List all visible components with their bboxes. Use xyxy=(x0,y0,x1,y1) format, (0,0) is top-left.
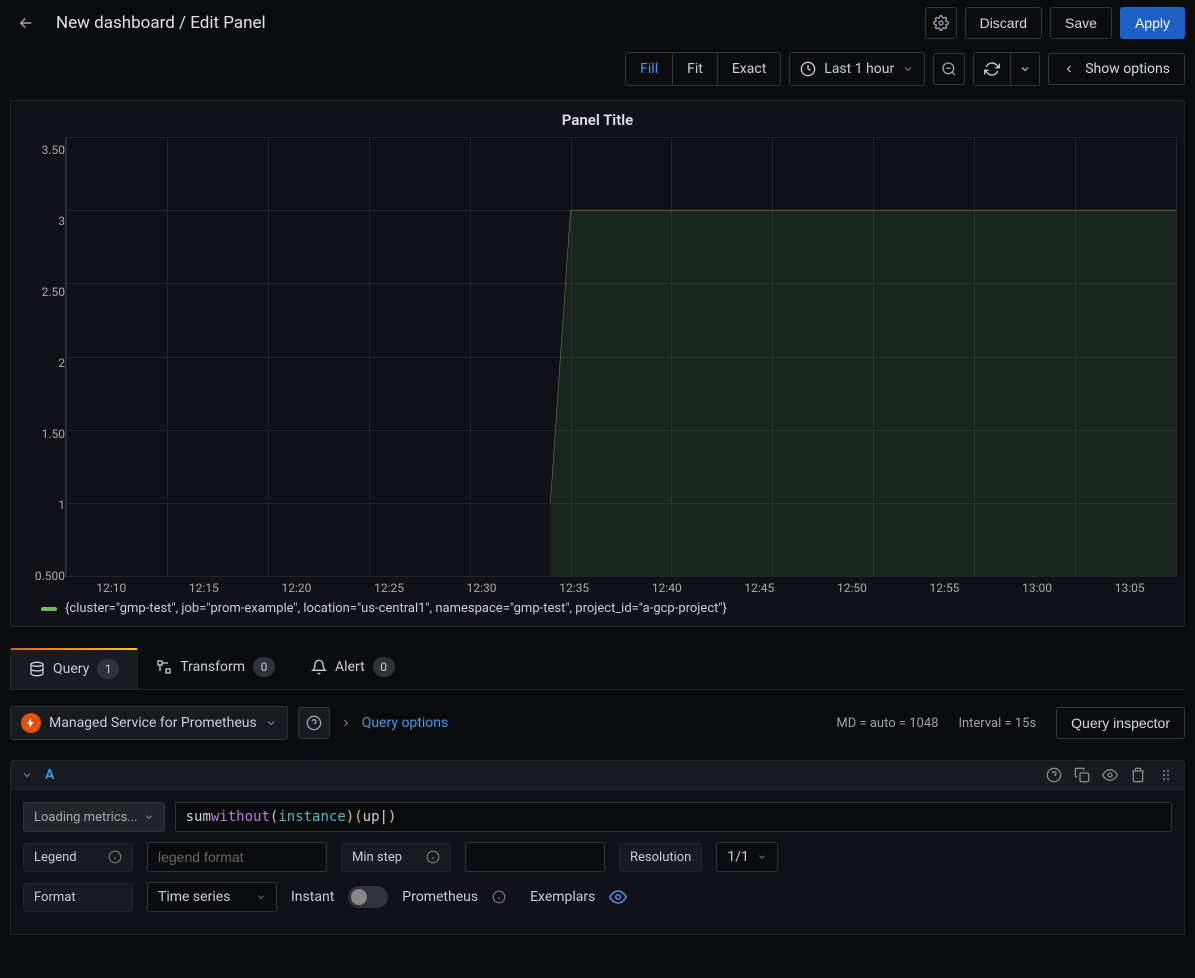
exemplars-label: Exemplars xyxy=(530,889,595,905)
copy-icon[interactable] xyxy=(1074,767,1090,783)
resolution-label: Resolution xyxy=(619,843,702,872)
format-label: Format xyxy=(23,883,133,912)
chevron-down-icon xyxy=(21,769,33,781)
chart: 3.5032.5021.5010.500 xyxy=(19,137,1176,577)
query-row-header[interactable]: A xyxy=(10,760,1185,790)
apply-button[interactable]: Apply xyxy=(1120,7,1185,39)
panel-preview: Panel Title 3.5032.5021.5010.500 12:1012… xyxy=(10,100,1185,627)
info-icon xyxy=(492,890,506,904)
view-exact[interactable]: Exact xyxy=(718,53,780,85)
refresh-interval-dropdown[interactable] xyxy=(1011,53,1039,85)
eye-icon xyxy=(609,888,627,906)
chevron-down-icon xyxy=(757,852,767,862)
database-icon xyxy=(29,661,45,677)
show-options-button[interactable]: Show options xyxy=(1048,53,1185,85)
time-range-label: Last 1 hour xyxy=(824,61,894,77)
tab-query[interactable]: Query 1 xyxy=(10,648,138,689)
min-step-input[interactable] xyxy=(465,842,605,872)
datasource-name: Managed Service for Prometheus xyxy=(49,715,257,731)
query-inspector-button[interactable]: Query inspector xyxy=(1056,707,1185,739)
panel-title: Panel Title xyxy=(19,107,1176,137)
clock-icon xyxy=(800,61,816,77)
bottom-tabs: Query 1 Transform 0 Alert 0 xyxy=(10,647,1185,690)
prometheus-logo-icon xyxy=(21,713,41,733)
instant-toggle[interactable] xyxy=(348,886,388,908)
instant-label: Instant xyxy=(291,889,334,905)
datasource-picker[interactable]: Managed Service for Prometheus xyxy=(10,706,288,740)
chevron-down-icon xyxy=(902,63,914,75)
legend-label: Legend xyxy=(23,843,133,872)
chart-legend[interactable]: {cluster="gmp-test", job="prom-example",… xyxy=(19,595,1176,616)
info-icon xyxy=(426,850,440,864)
eye-icon[interactable] xyxy=(1102,767,1118,783)
chevron-down-icon xyxy=(265,717,277,729)
view-fill[interactable]: Fill xyxy=(626,53,673,85)
settings-button[interactable] xyxy=(925,7,957,39)
transform-count-badge: 0 xyxy=(253,657,275,677)
view-fit[interactable]: Fit xyxy=(673,53,718,85)
gear-icon xyxy=(933,15,949,31)
refresh-icon xyxy=(984,61,1000,77)
metrics-browser-button[interactable]: Loading metrics... xyxy=(23,802,165,832)
refresh-button[interactable] xyxy=(974,53,1011,85)
query-letter: A xyxy=(45,767,54,783)
bell-icon xyxy=(311,659,327,675)
alert-count-badge: 0 xyxy=(373,657,395,677)
time-range-picker[interactable]: Last 1 hour xyxy=(789,52,925,86)
chevron-down-icon xyxy=(144,812,154,822)
x-axis: 12:1012:1512:2012:2512:3012:3512:4012:45… xyxy=(65,577,1176,595)
trash-icon[interactable] xyxy=(1130,767,1146,783)
breadcrumb: New dashboard / Edit Panel xyxy=(56,13,266,33)
interval-info: Interval = 15s xyxy=(958,716,1036,731)
zoom-out-button[interactable] xyxy=(933,53,965,85)
chevron-down-icon xyxy=(256,892,266,902)
discard-button[interactable]: Discard xyxy=(965,7,1042,39)
plot-area[interactable] xyxy=(65,137,1176,577)
help-icon[interactable] xyxy=(1046,767,1062,783)
query-count-badge: 1 xyxy=(97,659,119,679)
chevron-left-icon xyxy=(1063,63,1075,75)
question-icon xyxy=(306,715,322,731)
transform-icon xyxy=(156,659,172,675)
tab-transform[interactable]: Transform 0 xyxy=(138,647,293,689)
query-options-link[interactable]: Query options xyxy=(362,715,449,731)
query-expression-input[interactable]: sum without(instance) (up|) xyxy=(175,802,1172,832)
legend-swatch xyxy=(41,607,57,611)
refresh-group xyxy=(973,52,1040,86)
back-button[interactable] xyxy=(10,7,42,39)
y-axis: 3.5032.5021.5010.500 xyxy=(19,137,65,577)
zoom-out-icon xyxy=(941,61,957,77)
exemplars-toggle[interactable] xyxy=(609,888,627,906)
drag-handle-icon[interactable] xyxy=(1158,767,1174,783)
tab-alert[interactable]: Alert 0 xyxy=(293,647,413,689)
chevron-down-icon xyxy=(1019,63,1031,75)
view-mode-group: Fill Fit Exact xyxy=(625,52,781,86)
format-select[interactable]: Time series xyxy=(147,882,277,912)
info-icon xyxy=(108,850,122,864)
prometheus-label: Prometheus xyxy=(402,889,478,905)
md-info: MD = auto = 1048 xyxy=(836,716,938,731)
resolution-select[interactable]: 1/1 xyxy=(716,842,778,872)
legend-text: {cluster="gmp-test", job="prom-example",… xyxy=(65,601,727,616)
legend-format-input[interactable] xyxy=(147,842,327,872)
min-step-label: Min step xyxy=(341,843,451,872)
datasource-help-button[interactable] xyxy=(298,707,330,739)
save-button[interactable]: Save xyxy=(1050,7,1112,39)
chevron-right-icon xyxy=(340,717,352,729)
